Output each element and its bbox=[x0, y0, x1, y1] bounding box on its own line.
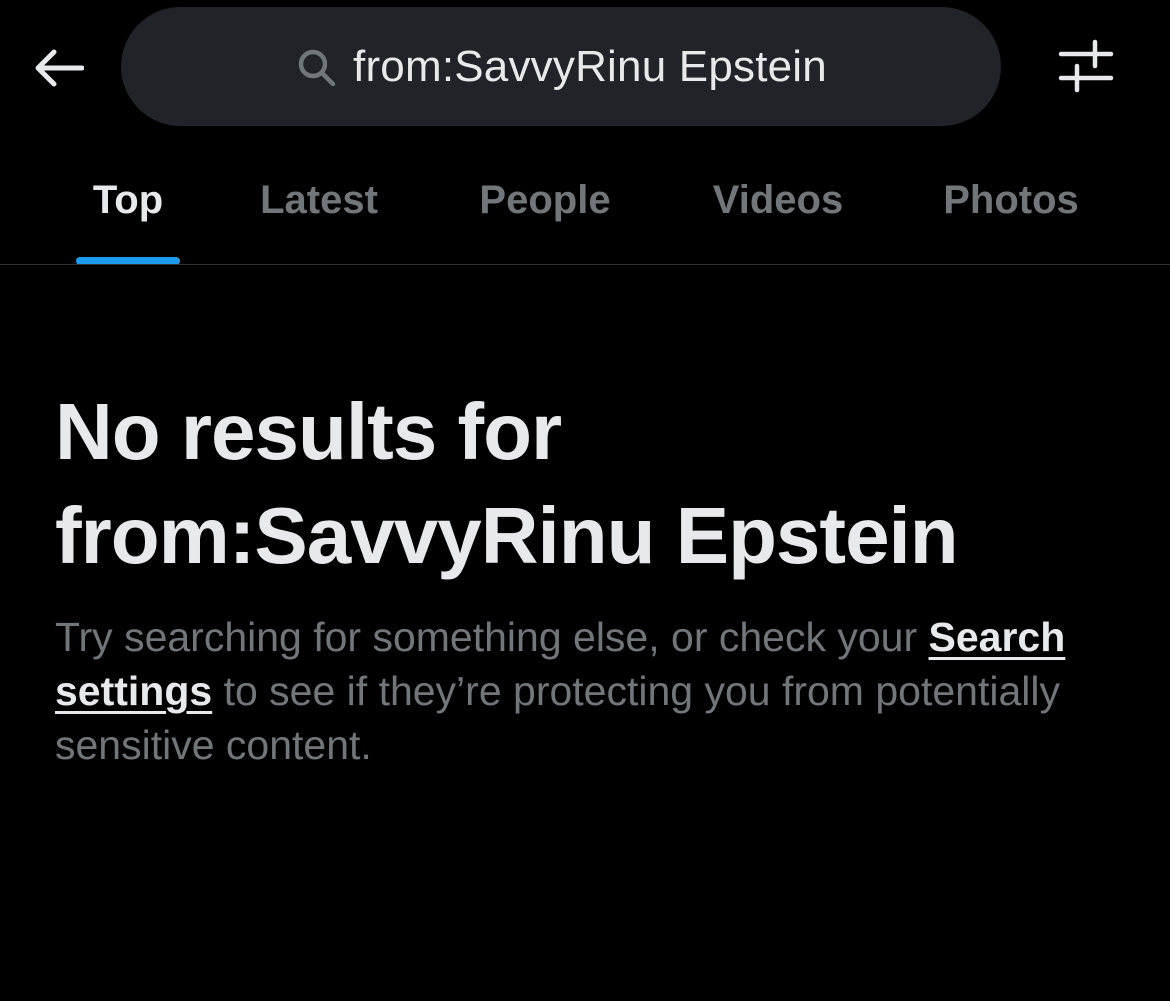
search-icon bbox=[295, 46, 339, 90]
tab-label: People bbox=[479, 178, 611, 222]
tab-label: Top bbox=[92, 178, 164, 222]
tab-people[interactable]: People bbox=[464, 170, 626, 264]
sliders-icon bbox=[1057, 38, 1115, 99]
tab-latest[interactable]: Latest bbox=[246, 170, 392, 264]
tab-top[interactable]: Top bbox=[76, 170, 180, 265]
empty-state-title: No results for from:SavvyRinu Epstein bbox=[55, 380, 1125, 588]
tabs-divider bbox=[0, 264, 1170, 265]
empty-title-line1: No results for bbox=[55, 387, 562, 476]
tab-videos[interactable]: Videos bbox=[697, 170, 859, 264]
top-bar: from:SavvyRinu Epstein bbox=[0, 0, 1170, 140]
empty-title-line2: from:SavvyRinu Epstein bbox=[55, 491, 959, 580]
back-button[interactable] bbox=[26, 38, 90, 102]
tab-label: Videos bbox=[712, 178, 844, 222]
arrow-left-icon bbox=[32, 48, 85, 93]
empty-state: No results for from:SavvyRinu Epstein Tr… bbox=[55, 380, 1125, 772]
desc-before-text: Try searching for something else, or che… bbox=[55, 614, 929, 660]
tab-label: Photos bbox=[943, 178, 1079, 222]
search-input[interactable]: from:SavvyRinu Epstein bbox=[121, 7, 1001, 126]
tab-label: Latest bbox=[260, 178, 378, 222]
search-query-text: from:SavvyRinu Epstein bbox=[353, 41, 827, 91]
search-filters-button[interactable] bbox=[1050, 32, 1122, 104]
search-tabs: Top Latest People Videos Photos bbox=[0, 140, 1170, 265]
tab-photos[interactable]: Photos bbox=[930, 170, 1092, 264]
empty-state-description: Try searching for something else, or che… bbox=[55, 610, 1125, 772]
